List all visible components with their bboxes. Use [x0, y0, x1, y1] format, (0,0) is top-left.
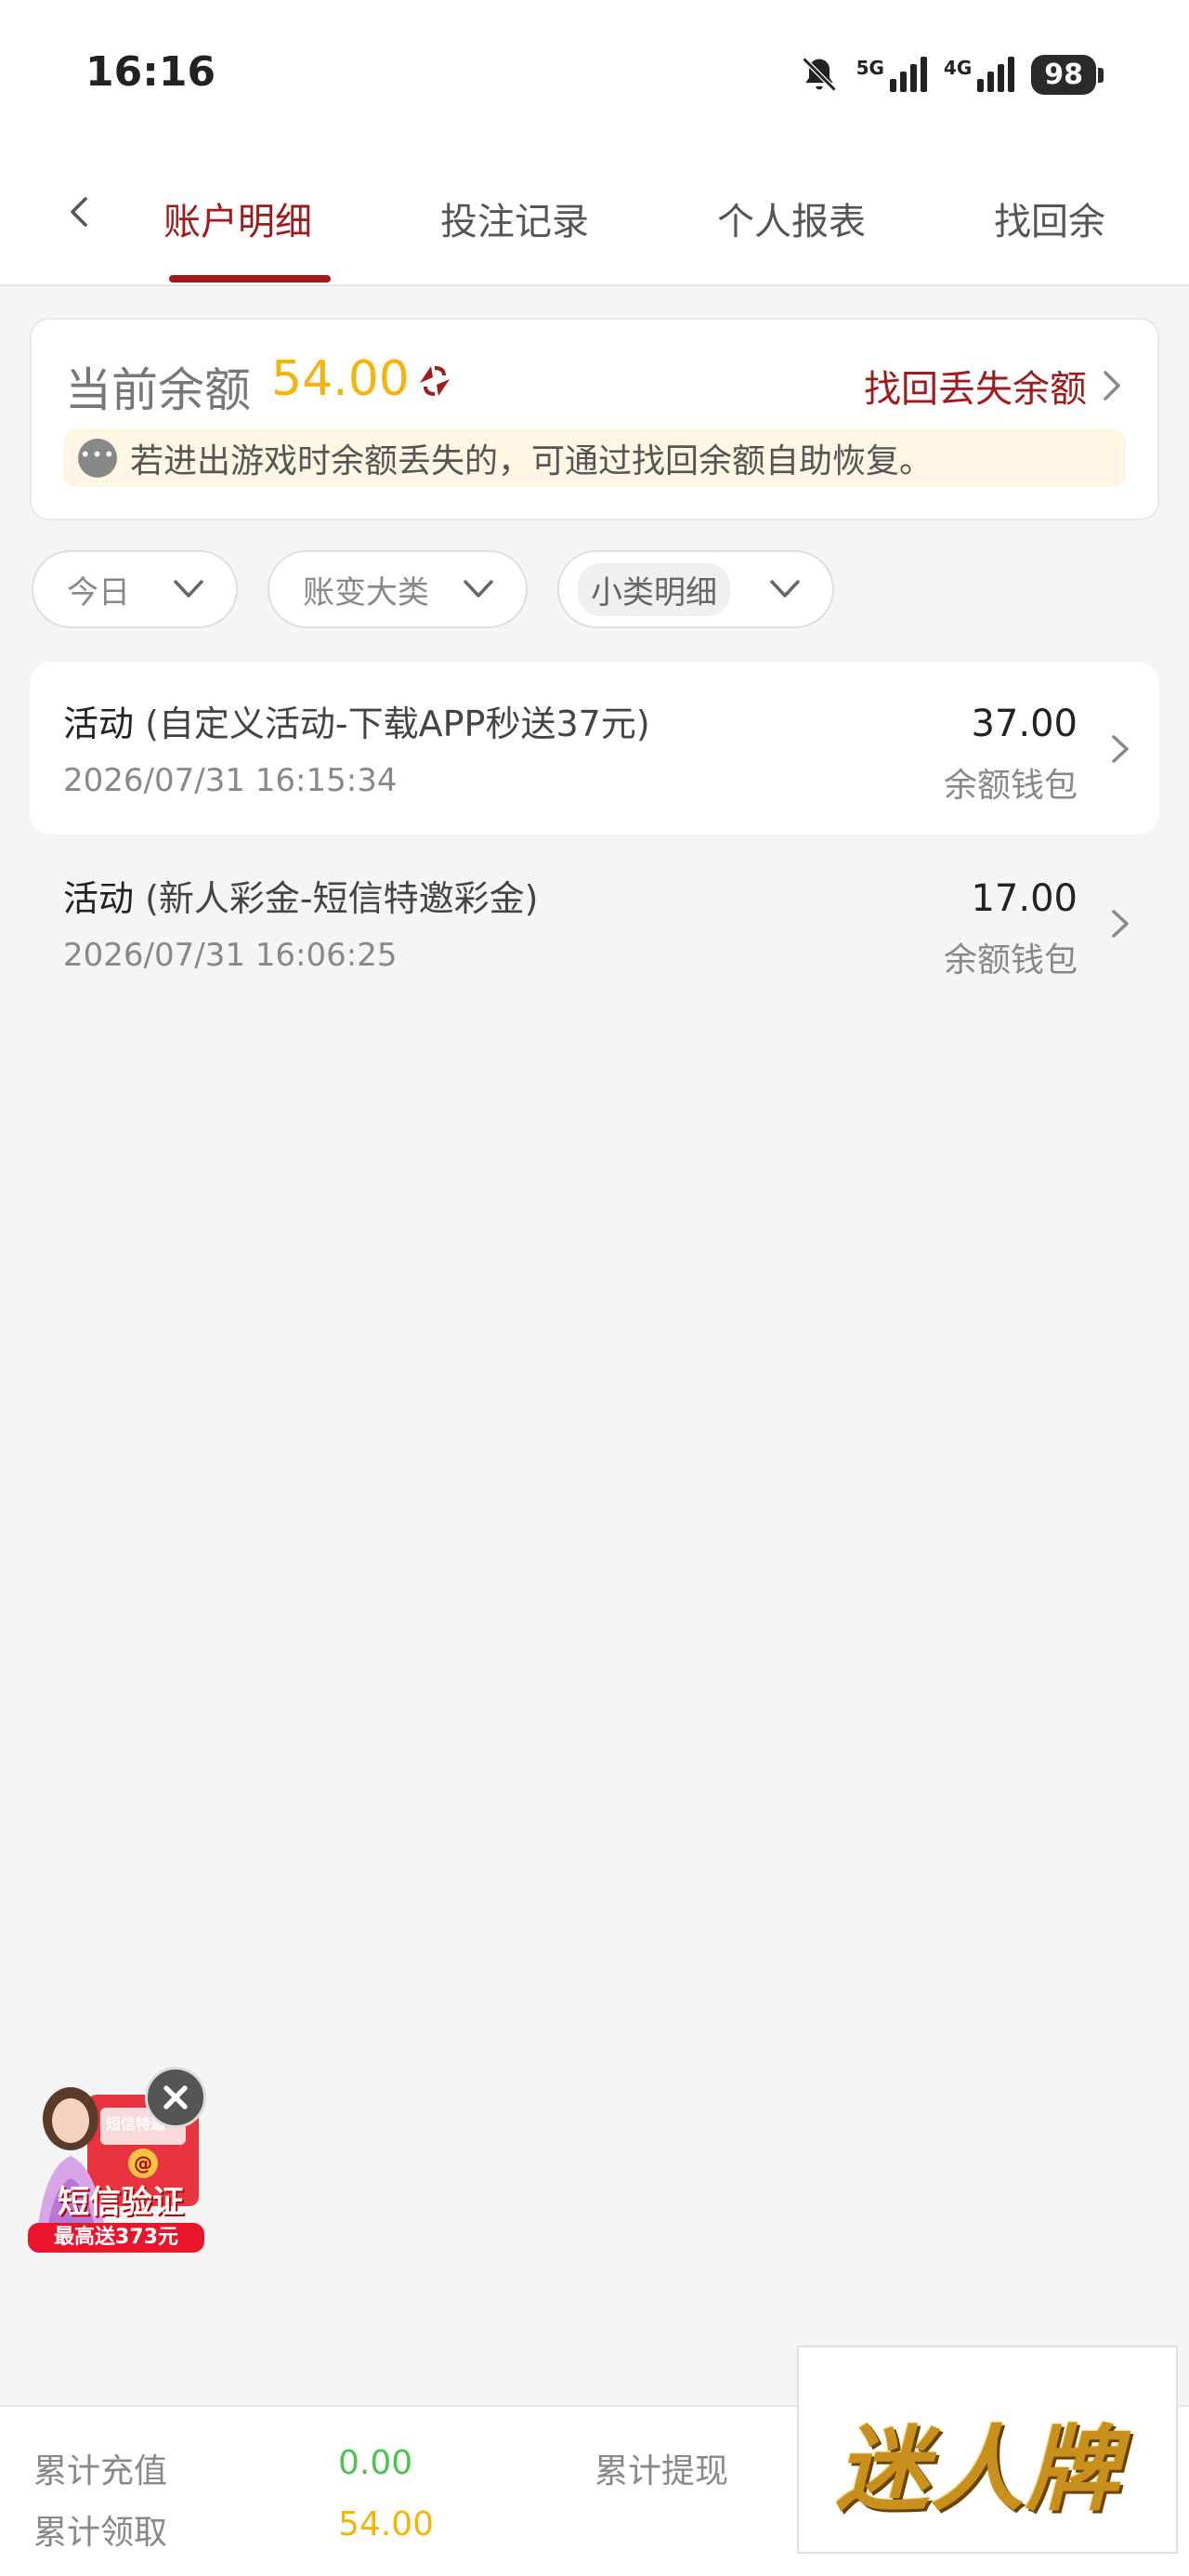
refresh-icon[interactable] [412, 359, 457, 403]
filter-date-label: 今日 [67, 573, 130, 611]
signal-5g-icon: 5G [856, 57, 927, 92]
promo-title: 短信验证 [58, 2184, 184, 2221]
balance-value: 54.00 [271, 351, 410, 407]
notice-banner: 若进出游戏时余额丢失的，可通过找回余额自助恢复。 [63, 429, 1126, 487]
chevron-down-icon [464, 580, 493, 598]
status-icons: 5G 4G 98 [799, 48, 1104, 100]
tab-account-details[interactable]: 账户明细 [163, 191, 312, 245]
tab-bar: 账户明细 投注记录 个人报表 找回余 [0, 149, 1189, 286]
withdraw-total-label: 累计提现 [594, 2452, 729, 2491]
record-detail: (新人彩金-短信特邀彩金) [145, 878, 539, 919]
chevron-right-icon [1112, 735, 1129, 763]
chevron-down-icon [770, 580, 800, 598]
filter-subcategory-label: 小类明细 [578, 562, 730, 616]
chevron-right-icon [1104, 371, 1120, 401]
filter-category[interactable]: 账变大类 [268, 550, 528, 628]
claim-total-value: 54.00 [338, 2505, 435, 2543]
filter-subcategory[interactable]: 小类明细 [557, 550, 834, 628]
list-item[interactable]: 活动 (自定义活动-下载APP秒送37元) 2026/07/31 16:15:3… [30, 662, 1159, 835]
svg-text:@: @ [134, 2152, 152, 2175]
brand-logo: 迷人牌 [797, 2346, 1178, 2554]
tab-personal-report[interactable]: 个人报表 [717, 191, 866, 245]
battery-icon: 98 [1031, 54, 1104, 95]
bell-muted-icon [802, 57, 837, 92]
record-amount: 37.00 [971, 703, 1078, 745]
list-item[interactable]: 活动 (新人彩金-短信特邀彩金) 2026/07/31 16:06:25 17.… [30, 836, 1159, 1009]
brand-logo-text: 迷人牌 [836, 2414, 1120, 2524]
filter-date[interactable]: 今日 [32, 550, 238, 628]
promo-subtitle: 最高送373元 [28, 2223, 204, 2253]
status-time: 16:16 [85, 48, 216, 96]
record-time: 2026/07/31 16:06:25 [63, 937, 398, 974]
record-type: 活动 [63, 703, 135, 744]
active-tab-indicator [169, 275, 331, 283]
tab-recover-balance[interactable]: 找回余 [994, 191, 1105, 245]
balance-label: 当前余额 [65, 363, 251, 417]
record-wallet: 余额钱包 [943, 941, 1078, 979]
record-wallet: 余额钱包 [943, 767, 1078, 805]
recharge-total-value: 0.00 [338, 2444, 413, 2482]
chevron-right-icon [1112, 910, 1129, 938]
balance-card: 当前余额 54.00 找回丢失余额 若进出游戏时余额丢失的，可通过找回余额自助恢… [30, 318, 1159, 520]
chevron-down-icon [174, 580, 203, 598]
status-bar: 16:16 5G 4G 98 [0, 0, 1189, 149]
record-time: 2026/07/31 16:15:34 [63, 762, 398, 799]
record-amount: 17.00 [971, 877, 1078, 920]
record-type: 活动 [63, 878, 135, 919]
filter-category-label: 账变大类 [303, 573, 429, 611]
back-arrow-icon[interactable] [61, 193, 98, 230]
record-detail: (自定义活动-下载APP秒送37元) [145, 703, 650, 744]
recharge-total-label: 累计充值 [33, 2452, 168, 2491]
recover-lost-balance-link[interactable]: 找回丢失余额 [864, 359, 1124, 413]
notice-text: 若进出游戏时余额丢失的，可通过找回余额自助恢复。 [130, 442, 934, 480]
chat-bubble-icon [78, 439, 117, 478]
close-icon[interactable] [145, 2067, 206, 2128]
recover-lost-balance-label: 找回丢失余额 [864, 368, 1087, 411]
tab-bet-records[interactable]: 投注记录 [440, 191, 589, 245]
claim-total-label: 累计领取 [33, 2514, 168, 2552]
signal-4g-icon: 4G [944, 57, 1015, 92]
